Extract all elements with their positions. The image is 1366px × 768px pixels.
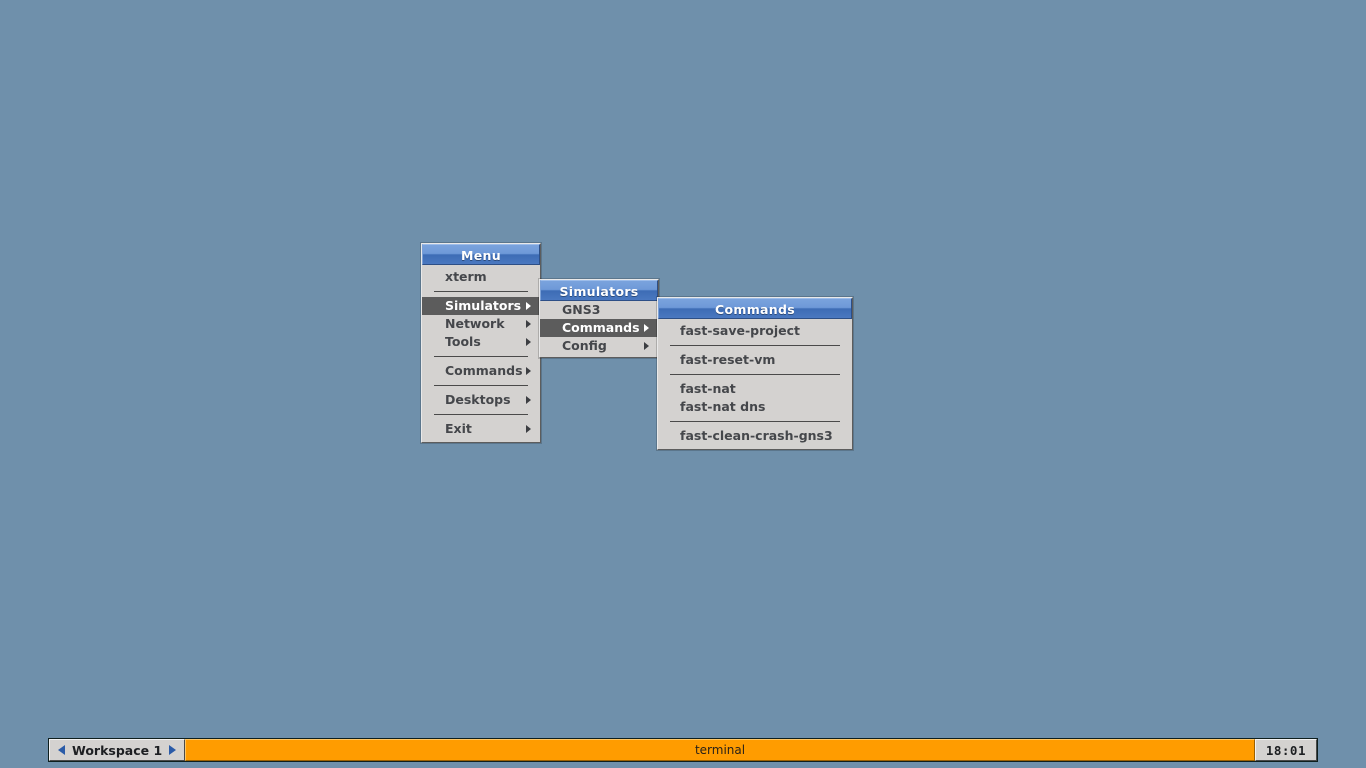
- window-list-item-terminal[interactable]: terminal: [695, 743, 745, 757]
- submenu-arrow-icon: [644, 324, 649, 332]
- submenu-arrow-icon: [526, 425, 531, 433]
- menu-window-root[interactable]: Menu xterm Simulators Network Tools Comm…: [421, 243, 541, 443]
- menu-item-label: Config: [562, 338, 607, 353]
- submenu-arrow-icon: [526, 396, 531, 404]
- menu-item-label: fast-reset-vm: [680, 352, 775, 367]
- menu-window-simulators[interactable]: Simulators GNS3 Commands Config: [539, 279, 659, 358]
- menu-item-label: Network: [445, 316, 505, 331]
- menu-body-commands: fast-save-project fast-reset-vm fast-nat…: [658, 319, 852, 449]
- submenu-arrow-icon: [526, 320, 531, 328]
- menu-item-label: fast-nat: [680, 381, 736, 396]
- menu-item-xterm[interactable]: xterm: [422, 268, 540, 286]
- menu-separator: [422, 286, 540, 297]
- window-list[interactable]: terminal: [185, 739, 1255, 761]
- menu-item-fast-nat-dns[interactable]: fast-nat dns: [658, 398, 852, 416]
- menu-title-root: Menu: [422, 244, 540, 265]
- menu-item-label: Tools: [445, 334, 481, 349]
- menu-separator: [422, 380, 540, 391]
- menu-item-label: Simulators: [445, 298, 521, 313]
- menu-item-label: GNS3: [562, 302, 600, 317]
- clock: 18:01: [1255, 739, 1317, 761]
- menu-item-label: fast-save-project: [680, 323, 800, 338]
- menu-separator: [422, 351, 540, 362]
- menu-item-label: Commands: [562, 320, 640, 335]
- menu-item-tools[interactable]: Tools: [422, 333, 540, 351]
- menu-item-simulators-commands[interactable]: Commands: [540, 319, 658, 337]
- arrow-left-icon[interactable]: [58, 745, 65, 755]
- menu-title-simulators: Simulators: [540, 280, 658, 301]
- menu-item-label: xterm: [445, 269, 487, 284]
- workspace-label: Workspace 1: [72, 743, 162, 758]
- menu-item-exit[interactable]: Exit: [422, 420, 540, 438]
- menu-item-fast-save-project[interactable]: fast-save-project: [658, 322, 852, 340]
- menu-item-simulators[interactable]: Simulators: [422, 297, 540, 315]
- taskbar: Workspace 1 terminal 18:01: [48, 738, 1318, 762]
- menu-item-label: Exit: [445, 421, 472, 436]
- menu-item-config[interactable]: Config: [540, 337, 658, 355]
- submenu-arrow-icon: [526, 338, 531, 346]
- menu-item-desktops[interactable]: Desktops: [422, 391, 540, 409]
- menu-body-root: xterm Simulators Network Tools Commands …: [422, 265, 540, 442]
- menu-item-fast-reset-vm[interactable]: fast-reset-vm: [658, 351, 852, 369]
- menu-item-fast-nat[interactable]: fast-nat: [658, 380, 852, 398]
- menu-item-label: fast-nat dns: [680, 399, 765, 414]
- menu-item-commands[interactable]: Commands: [422, 362, 540, 380]
- arrow-right-icon[interactable]: [169, 745, 176, 755]
- clock-time: 18:01: [1266, 743, 1306, 758]
- submenu-arrow-icon: [526, 302, 531, 310]
- menu-window-commands[interactable]: Commands fast-save-project fast-reset-vm…: [657, 297, 853, 450]
- menu-item-label: fast-clean-crash-gns3: [680, 428, 833, 443]
- menu-title-commands: Commands: [658, 298, 852, 319]
- menu-separator: [658, 416, 852, 427]
- submenu-arrow-icon: [644, 342, 649, 350]
- menu-body-simulators: GNS3 Commands Config: [540, 301, 658, 357]
- menu-item-fast-clean-crash-gns3[interactable]: fast-clean-crash-gns3: [658, 427, 852, 445]
- menu-item-network[interactable]: Network: [422, 315, 540, 333]
- workspace-switcher[interactable]: Workspace 1: [49, 739, 185, 761]
- menu-separator: [422, 409, 540, 420]
- menu-item-label: Desktops: [445, 392, 511, 407]
- menu-separator: [658, 369, 852, 380]
- submenu-arrow-icon: [526, 367, 531, 375]
- menu-item-label: Commands: [445, 363, 523, 378]
- menu-item-gns3[interactable]: GNS3: [540, 301, 658, 319]
- menu-separator: [658, 340, 852, 351]
